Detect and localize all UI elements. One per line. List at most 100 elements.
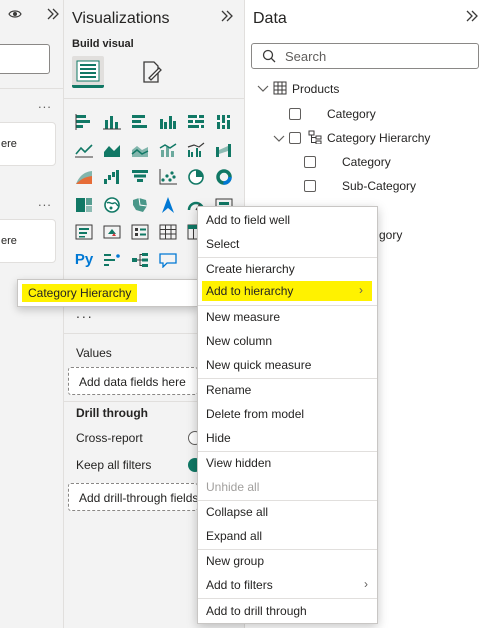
filter-card[interactable]: ere bbox=[0, 122, 56, 166]
field-context-menu: Add to field well Select Create hierarch… bbox=[197, 206, 378, 624]
drill-through-label: Drill through bbox=[76, 406, 148, 420]
chevron-down-icon[interactable] bbox=[257, 83, 269, 97]
more-visuals-button[interactable]: ... bbox=[76, 305, 94, 321]
expand-pane-icon[interactable] bbox=[46, 8, 60, 23]
visualizations-title: Visualizations bbox=[72, 10, 170, 27]
field-category[interactable]: Category bbox=[327, 104, 376, 124]
data-title: Data bbox=[253, 10, 287, 27]
hierarchy-level-category[interactable]: Category bbox=[342, 152, 391, 172]
ribbon-chart-icon[interactable] bbox=[212, 138, 236, 162]
search-placeholder: Search bbox=[285, 49, 327, 64]
100-stacked-bar-chart-icon[interactable] bbox=[184, 110, 208, 134]
filter-more-options[interactable]: ... bbox=[38, 96, 52, 111]
line-and-clustered-column-chart-icon[interactable] bbox=[184, 138, 208, 162]
filter-card-text: ere bbox=[1, 138, 17, 150]
python-label: Py bbox=[74, 251, 94, 268]
menu-item-expand-all[interactable]: Expand all bbox=[198, 525, 377, 547]
collapse-visualizations-icon[interactable] bbox=[220, 9, 234, 26]
collapse-data-pane-icon[interactable] bbox=[465, 9, 479, 26]
filter-more-options[interactable]: ... bbox=[38, 194, 52, 209]
menu-item-select[interactable]: Select bbox=[198, 233, 377, 255]
hierarchy-category-hierarchy[interactable]: Category Hierarchy bbox=[327, 128, 430, 148]
table-grid-icon bbox=[76, 60, 100, 81]
slicer-icon[interactable] bbox=[128, 220, 152, 244]
funnel-chart-icon[interactable] bbox=[128, 165, 152, 189]
table-icon bbox=[273, 81, 287, 98]
menu-item-add-to-hierarchy[interactable]: Add to hierarchy › bbox=[202, 281, 372, 301]
stacked-area-chart-icon[interactable] bbox=[128, 138, 152, 162]
stacked-column-chart-icon[interactable] bbox=[100, 110, 124, 134]
menu-item-view-hidden[interactable]: View hidden bbox=[198, 452, 377, 474]
menu-item-new-group[interactable]: New group bbox=[198, 550, 377, 572]
key-influencers-icon[interactable] bbox=[100, 248, 124, 272]
table-products[interactable]: Products bbox=[292, 79, 339, 99]
filter-search-input[interactable] bbox=[0, 44, 50, 74]
azure-map-icon[interactable] bbox=[156, 193, 180, 217]
values-field-well[interactable]: Add data fields here bbox=[68, 367, 198, 395]
menu-item-hide[interactable]: Hide bbox=[198, 427, 377, 449]
donut-chart-icon[interactable] bbox=[212, 165, 236, 189]
waterfall-chart-icon[interactable] bbox=[72, 165, 96, 189]
menu-item-new-column[interactable]: New column bbox=[198, 330, 377, 352]
menu-item-collapse-all[interactable]: Collapse all bbox=[198, 501, 377, 523]
table-icon[interactable] bbox=[156, 220, 180, 244]
build-visual-label: Build visual bbox=[72, 38, 134, 50]
scatter-chart-icon[interactable] bbox=[156, 165, 180, 189]
submenu-item-category-hierarchy[interactable]: Category Hierarchy bbox=[22, 284, 138, 302]
cross-report-label: Cross-report bbox=[76, 431, 143, 445]
field-partially-hidden[interactable]: gory bbox=[379, 225, 402, 245]
add-to-hierarchy-submenu: Category Hierarchy bbox=[17, 279, 198, 307]
keep-all-filters-label: Keep all filters bbox=[76, 458, 152, 472]
values-well-placeholder: Add data fields here bbox=[79, 375, 186, 389]
treemap-icon[interactable] bbox=[72, 193, 96, 217]
chevron-right-icon: › bbox=[359, 283, 363, 297]
search-icon bbox=[262, 49, 276, 66]
chevron-right-icon: › bbox=[364, 577, 368, 591]
map-globe-icon[interactable] bbox=[100, 193, 124, 217]
menu-item-unhide-all: Unhide all bbox=[206, 480, 260, 494]
chevron-down-icon[interactable] bbox=[273, 133, 285, 147]
hierarchy-sub-category-checkbox[interactable] bbox=[304, 180, 316, 192]
area-chart-icon[interactable] bbox=[100, 138, 124, 162]
line-and-stacked-column-chart-icon[interactable] bbox=[156, 138, 180, 162]
multi-row-card-icon[interactable] bbox=[72, 220, 96, 244]
category-checkbox[interactable] bbox=[289, 108, 301, 120]
menu-item-rename[interactable]: Rename bbox=[198, 379, 377, 401]
pie-chart-icon[interactable] bbox=[184, 165, 208, 189]
stacked-bar-chart-icon[interactable] bbox=[72, 110, 96, 134]
100-stacked-column-chart-icon[interactable] bbox=[212, 110, 236, 134]
menu-item-add-to-drill-through[interactable]: Add to drill through bbox=[198, 600, 377, 622]
menu-item-new-quick-measure[interactable]: New quick measure bbox=[198, 354, 377, 376]
filled-map-icon[interactable] bbox=[128, 193, 152, 217]
menu-item-new-measure[interactable]: New measure bbox=[198, 306, 377, 328]
values-label: Values bbox=[76, 346, 112, 360]
hierarchy-icon bbox=[308, 130, 322, 147]
menu-item-delete-from-model[interactable]: Delete from model bbox=[198, 403, 377, 425]
qna-icon[interactable] bbox=[156, 248, 180, 272]
menu-divider bbox=[198, 598, 377, 599]
clustered-column-chart-icon[interactable] bbox=[156, 110, 180, 134]
format-visual-tab[interactable] bbox=[136, 56, 168, 88]
line-chart-icon[interactable] bbox=[72, 138, 96, 162]
waterfall-columns-icon[interactable] bbox=[100, 165, 124, 189]
filter-card[interactable]: ere bbox=[0, 219, 56, 263]
divider bbox=[0, 88, 63, 89]
drill-through-field-well[interactable]: Add drill-through fields here bbox=[68, 483, 226, 511]
decomposition-tree-icon[interactable] bbox=[128, 248, 152, 272]
hierarchy-category-checkbox[interactable] bbox=[304, 156, 316, 168]
clustered-bar-chart-icon[interactable] bbox=[128, 110, 152, 134]
eye-icon[interactable] bbox=[8, 8, 22, 23]
menu-item-add-to-field-well[interactable]: Add to field well bbox=[198, 209, 377, 231]
menu-item-add-to-filters[interactable]: Add to filters › bbox=[198, 574, 377, 596]
divider bbox=[64, 98, 245, 99]
menu-item-create-hierarchy[interactable]: Create hierarchy bbox=[198, 258, 377, 280]
kpi-icon[interactable] bbox=[100, 220, 124, 244]
hierarchy-level-sub-category[interactable]: Sub-Category bbox=[342, 176, 416, 196]
format-brush-icon bbox=[143, 61, 162, 83]
filter-card-text: ere bbox=[1, 235, 17, 247]
build-visual-tab[interactable] bbox=[72, 56, 104, 88]
filters-pane: ... ere ... ere bbox=[0, 0, 64, 628]
data-search-input[interactable]: Search bbox=[251, 43, 479, 69]
python-visual-icon[interactable]: Py bbox=[72, 248, 96, 272]
category-hierarchy-checkbox[interactable] bbox=[289, 132, 301, 144]
